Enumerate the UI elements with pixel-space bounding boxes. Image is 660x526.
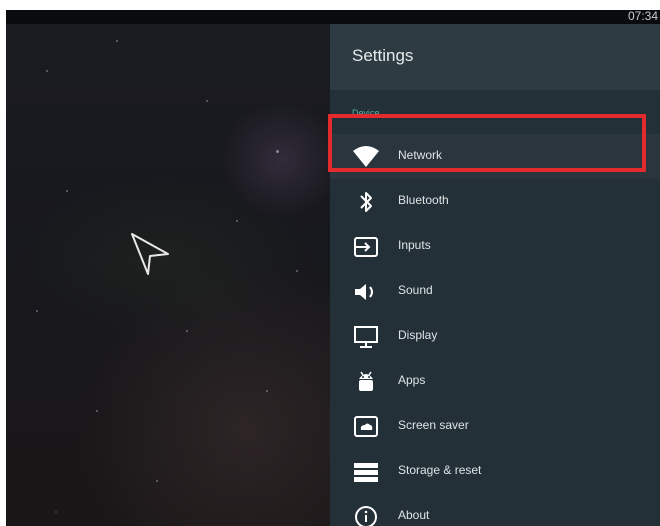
page-title: Settings: [352, 46, 414, 65]
settings-item-label: Sound: [398, 283, 433, 297]
settings-item-bluetooth[interactable]: Bluetooth: [330, 179, 660, 224]
settings-item-label: Apps: [398, 373, 426, 387]
screensaver-icon: [352, 414, 380, 440]
clock: 07:34: [627, 10, 658, 23]
settings-item-label: About: [398, 508, 430, 522]
android-icon: [352, 369, 380, 395]
input-icon: [352, 234, 380, 260]
settings-header: Settings: [330, 24, 660, 90]
settings-item-label: Storage & reset: [398, 463, 482, 477]
settings-item-label: Inputs: [398, 238, 431, 252]
settings-item-inputs[interactable]: Inputs: [330, 224, 660, 269]
settings-item-label: Bluetooth: [398, 193, 449, 207]
tv-screen: 07:34 Settings Device Network Bluetooth: [6, 10, 660, 526]
settings-item-screen-saver[interactable]: Screen saver: [330, 404, 660, 449]
storage-icon: [352, 459, 380, 485]
settings-item-display[interactable]: Display: [330, 314, 660, 359]
settings-panel: Settings Device Network Bluetooth Inputs…: [330, 24, 660, 526]
monitor-icon: [352, 324, 380, 350]
settings-item-label: Display: [398, 328, 438, 342]
bluetooth-icon: [352, 189, 380, 215]
settings-item-label: Screen saver: [398, 418, 469, 432]
status-bar: 07:34: [6, 10, 660, 24]
mouse-pointer-icon: [131, 233, 169, 275]
settings-item-apps[interactable]: Apps: [330, 359, 660, 404]
settings-item-about[interactable]: About: [330, 494, 660, 526]
network-highlight-box: [328, 114, 646, 172]
settings-item-sound[interactable]: Sound: [330, 269, 660, 314]
speaker-icon: [352, 279, 380, 305]
settings-item-storage[interactable]: Storage & reset: [330, 449, 660, 494]
info-icon: [352, 504, 380, 526]
